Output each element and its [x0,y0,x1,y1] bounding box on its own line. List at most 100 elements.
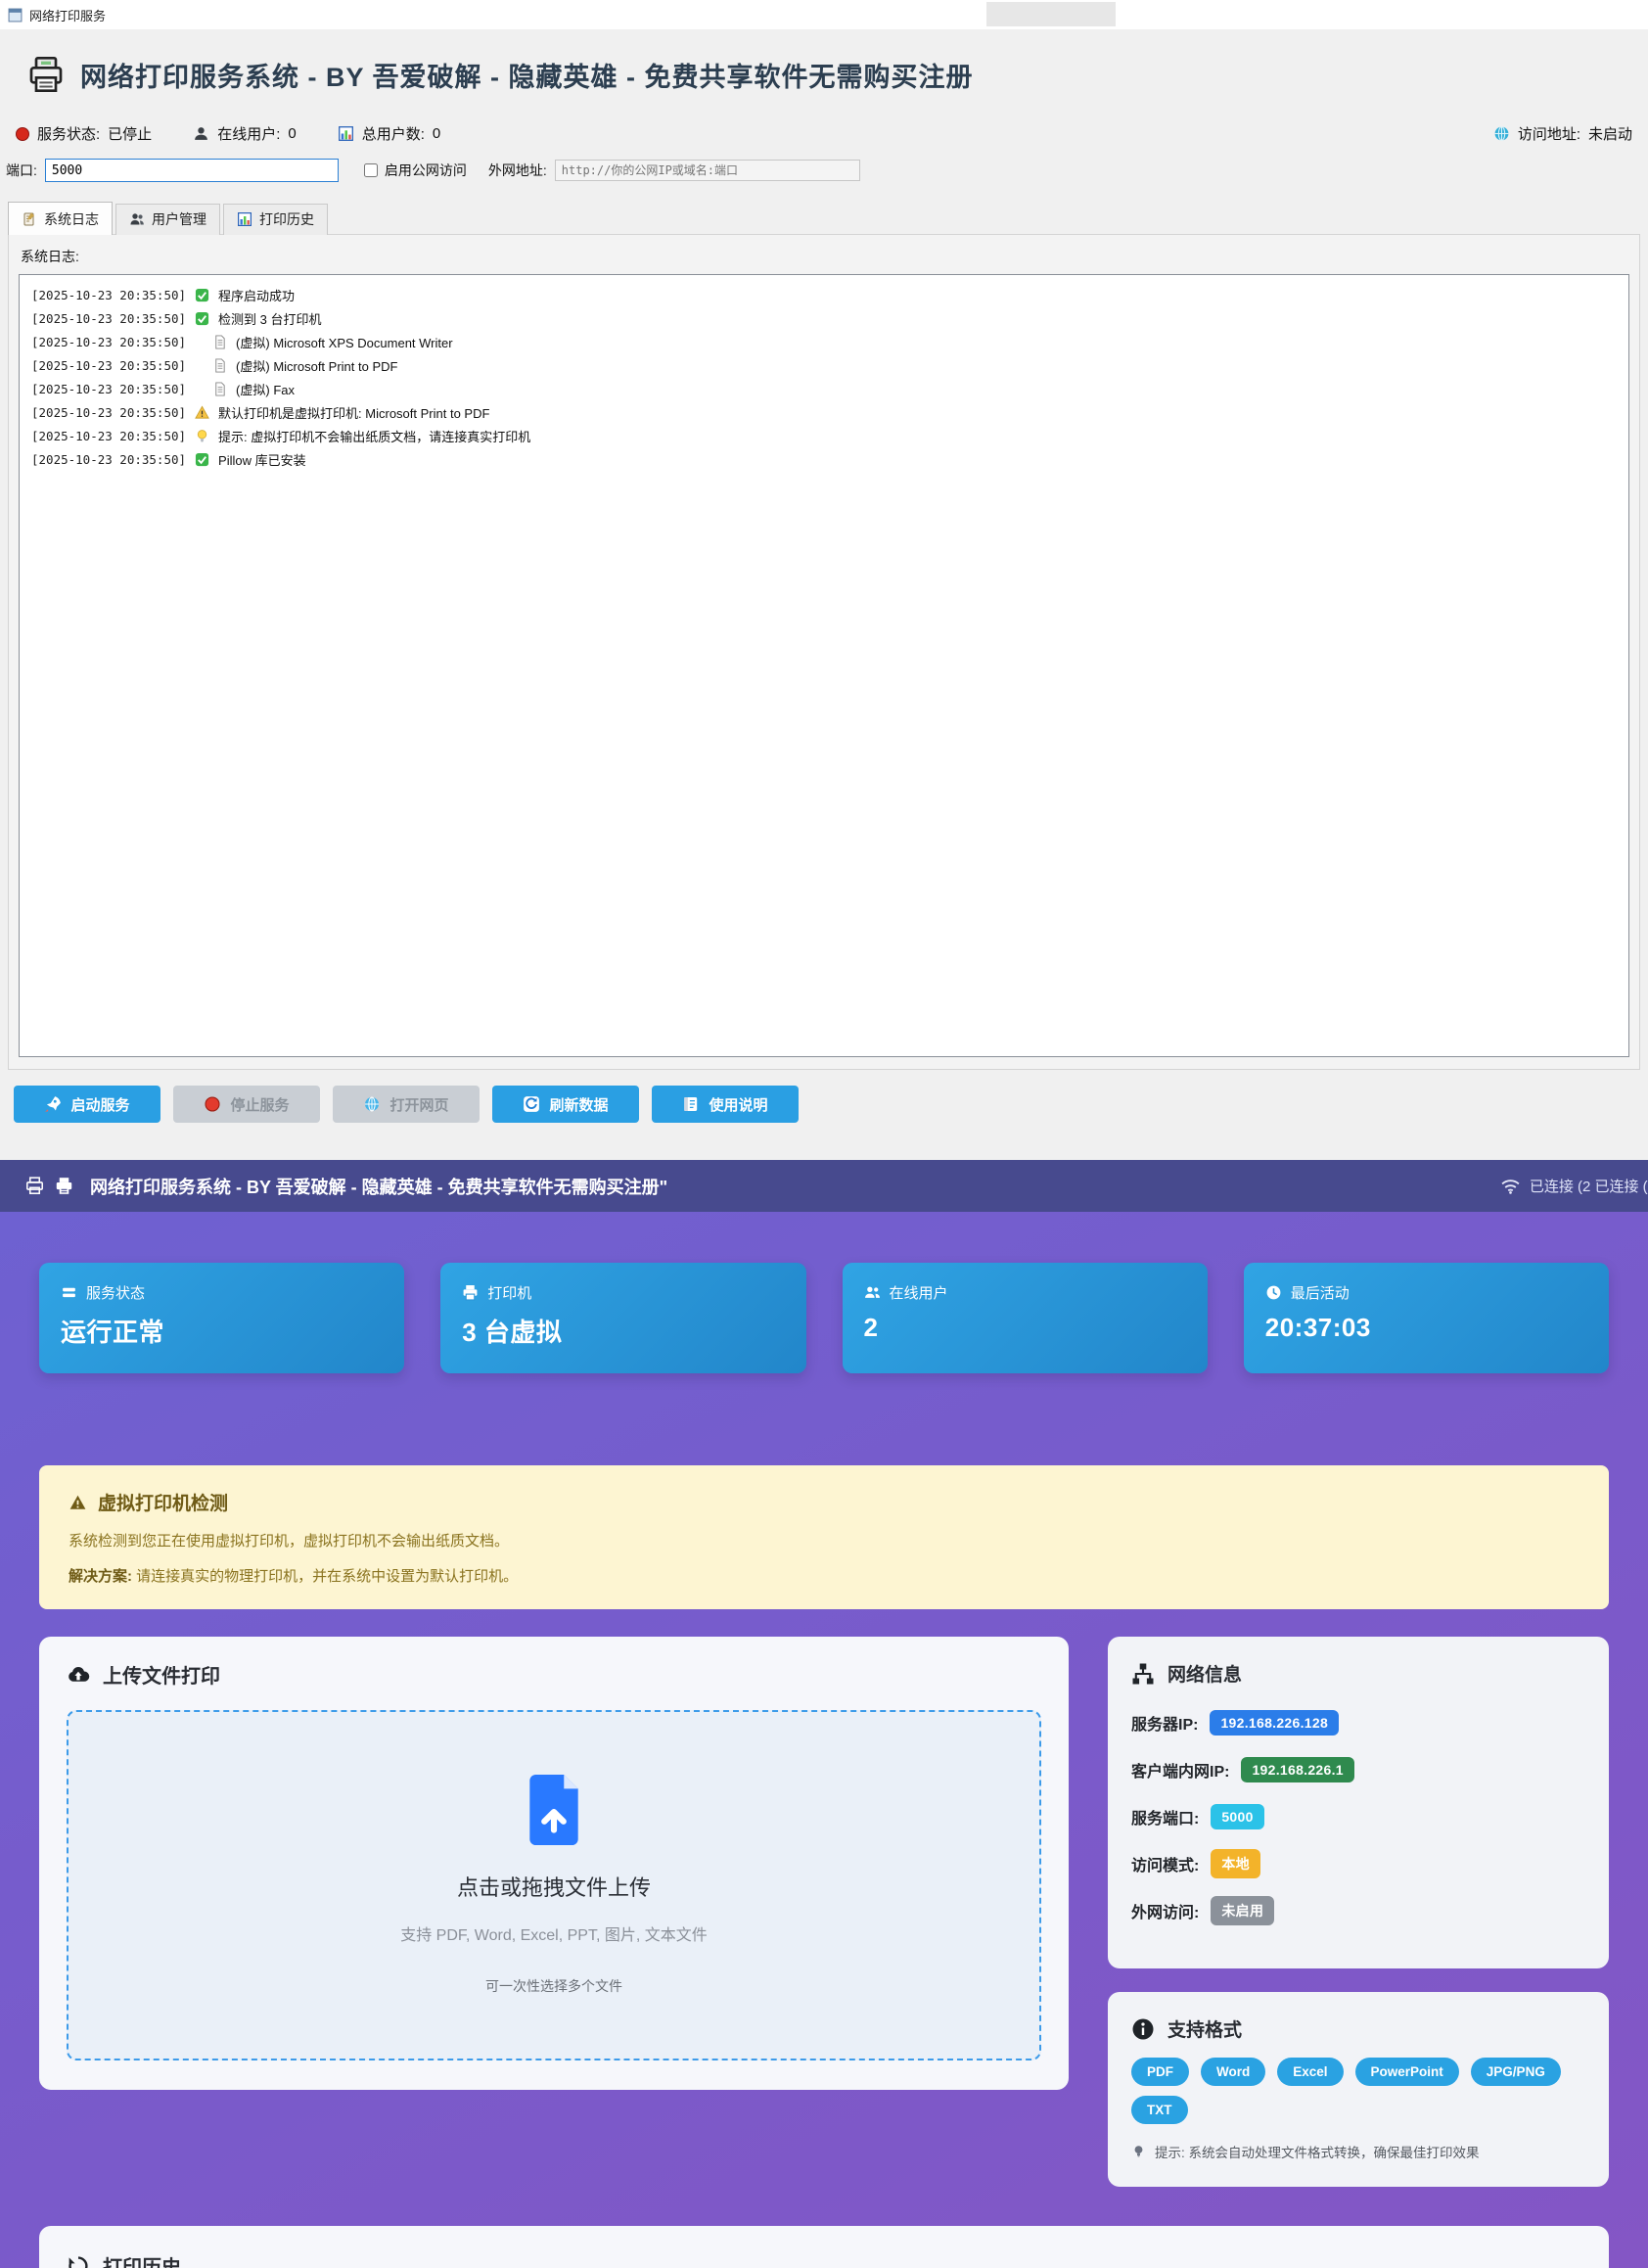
format-pill: Word [1201,2058,1265,2086]
tab-label: 用户管理 [152,209,206,229]
open-webpage-button[interactable]: 打开网页 [333,1086,480,1123]
tab-system-log[interactable]: 系统日志 [8,202,113,235]
network-row-label: 外网访问: [1131,1899,1199,1922]
desktop-app-window: 网络打印服务 网络打印服务系统 - BY 吾爱破解 - 隐藏英雄 - 免费共享软… [0,0,1648,1160]
log-message: Pillow 库已安装 [218,450,306,469]
button-label: 刷新数据 [549,1094,608,1115]
network-info-card: 网络信息 服务器IP: 192.168.226.128 客户端内网IP: 192… [1108,1637,1609,1968]
button-icon [204,1095,221,1113]
upload-card: 上传文件打印 点击或拖拽文件上传 支持 PDF, Word, Excel, PP… [39,1637,1069,2090]
globe-icon [1493,125,1510,142]
public-access-checkbox[interactable] [364,163,378,177]
button-icon [682,1095,700,1113]
log-message: (虚拟) Microsoft XPS Document Writer [236,333,453,351]
bulb-icon [1131,2144,1146,2159]
log-message: (虚拟) Microsoft Print to PDF [236,356,397,375]
access-address: 访问地址: 未启动 [1493,123,1632,144]
access-address-value: 未启动 [1588,123,1632,144]
total-users-label: 总用户数: [362,123,425,144]
cloud-upload-icon [67,1663,90,1687]
warning-icon [69,1494,87,1511]
window-controls[interactable] [986,2,1116,26]
print-history-title-row: 打印历史 [67,2251,1581,2268]
status-card-label: 最后活动 [1291,1282,1350,1303]
network-row-badge: 192.168.226.128 [1210,1710,1339,1736]
upload-card-title-row: 上传文件打印 [67,1660,1041,1689]
dropzone-formats-text: 支持 PDF, Word, Excel, PPT, 图片, 文本文件 [400,1921,708,1945]
button-icon [363,1095,381,1113]
web-page: 网络打印服务系统 - BY 吾爱破解 - 隐藏英雄 - 免费共享软件无需购买注册… [0,1160,1648,2268]
external-address-input[interactable] [555,160,860,181]
window-title: 网络打印服务 [29,6,106,24]
format-pill: PowerPoint [1355,2058,1459,2086]
log-entry: [2025-10-23 20:35:50] 提示: 虚拟打印机不会输出纸质文档，… [31,424,1617,447]
log-timestamp: [2025-10-23 20:35:50] [31,429,186,443]
status-card-value: 2 [864,1313,1186,1343]
status-card: 服务状态 运行正常 [39,1263,404,1373]
log-status-icon [212,335,227,349]
status-card-label: 打印机 [487,1282,531,1303]
supported-formats-card: 支持格式 PDFWordExcelPowerPointJPG/PNGTXT 提示… [1108,1992,1609,2187]
network-row-badge: 5000 [1211,1804,1263,1829]
status-card-value: 运行正常 [61,1313,383,1349]
log-status-icon [195,452,209,467]
printer-outline-icon [25,1177,44,1195]
online-users: 在线用户: 0 [193,123,297,144]
status-card: 在线用户 2 [843,1263,1208,1373]
status-card-icon [1265,1284,1282,1301]
log-message: 检测到 3 台打印机 [218,309,321,328]
external-address-label: 外网地址: [488,161,547,180]
right-column: 网络信息 服务器IP: 192.168.226.128 客户端内网IP: 192… [1108,1637,1609,2187]
tab-user-management[interactable]: 用户管理 [115,204,220,235]
log-timestamp: [2025-10-23 20:35:50] [31,358,186,373]
printer-solid-icon [55,1177,73,1195]
formats-title-row: 支持格式 [1131,2015,1585,2042]
connection-status-text: 已连接 (2 已连接 (2 [1530,1176,1648,1196]
info-icon [1131,2017,1155,2041]
log-entry: [2025-10-23 20:35:50] 检测到 3 台打印机 [31,306,1617,330]
status-card-header: 在线用户 [864,1282,1186,1303]
online-users-label: 在线用户: [217,123,280,144]
log-timestamp: [2025-10-23 20:35:50] [31,335,186,349]
status-card-header: 服务状态 [61,1282,383,1303]
log-status-icon [195,429,209,443]
tab-label: 系统日志 [44,209,99,229]
format-pill: JPG/PNG [1471,2058,1561,2086]
warning-line-2: 解决方案: 请连接真实的物理打印机，并在系统中设置为默认打印机。 [69,1565,1579,1586]
status-card-icon [61,1284,77,1301]
content-row: 上传文件打印 点击或拖拽文件上传 支持 PDF, Word, Excel, PP… [39,1637,1609,2187]
port-input[interactable] [45,159,339,182]
warning-title-row: 虚拟打印机检测 [69,1489,1579,1515]
status-card: 打印机 3 台虚拟 [440,1263,805,1373]
system-log-panel: 系统日志: [2025-10-23 20:35:50] 程序启动成功 [2025… [8,234,1640,1070]
tab-icon [129,211,145,227]
stop-service-button[interactable]: 停止服务 [173,1086,320,1123]
app-title: 网络打印服务系统 - BY 吾爱破解 - 隐藏英雄 - 免费共享软件无需购买注册 [80,56,974,94]
button-icon [523,1095,540,1113]
web-header: 网络打印服务系统 - BY 吾爱破解 - 隐藏英雄 - 免费共享软件无需购买注册… [0,1160,1648,1212]
network-row-badge: 192.168.226.1 [1241,1757,1353,1782]
network-row-label: 客户端内网IP: [1131,1758,1229,1782]
format-pill: Excel [1277,2058,1343,2086]
tab-print-history[interactable]: 打印历史 [223,204,328,235]
total-users-value: 0 [433,125,440,142]
status-card-label: 在线用户 [890,1282,948,1303]
network-row-label: 服务端口: [1131,1805,1199,1828]
log-entry: [2025-10-23 20:35:50] 程序启动成功 [31,283,1617,306]
system-log-box[interactable]: [2025-10-23 20:35:50] 程序启动成功 [2025-10-23… [19,274,1629,1057]
refresh-data-button[interactable]: 刷新数据 [492,1086,639,1123]
log-entry: [2025-10-23 20:35:50] (虚拟) Microsoft Pri… [31,353,1617,377]
log-timestamp: [2025-10-23 20:35:50] [31,405,186,420]
log-timestamp: [2025-10-23 20:35:50] [31,382,186,396]
tab-label: 打印历史 [259,209,314,229]
web-body: 服务状态 运行正常 打印机 3 台虚拟 在线用户 2 最后活动 20:37:03… [0,1212,1648,2268]
log-entry: [2025-10-23 20:35:50] 默认打印机是虚拟打印机: Micro… [31,400,1617,424]
toolbar: 启动服务 停止服务 打开网页 刷新数据 使用说明 [14,1086,1648,1123]
warning-title: 虚拟打印机检测 [98,1489,228,1515]
log-entry: [2025-10-23 20:35:50] (虚拟) Microsoft XPS… [31,330,1617,353]
help-button[interactable]: 使用说明 [652,1086,799,1123]
file-dropzone[interactable]: 点击或拖拽文件上传 支持 PDF, Word, Excel, PPT, 图片, … [67,1710,1041,2060]
status-card-icon [462,1284,479,1301]
start-service-button[interactable]: 启动服务 [14,1086,160,1123]
log-message: 提示: 虚拟打印机不会输出纸质文档，请连接真实打印机 [218,427,530,445]
